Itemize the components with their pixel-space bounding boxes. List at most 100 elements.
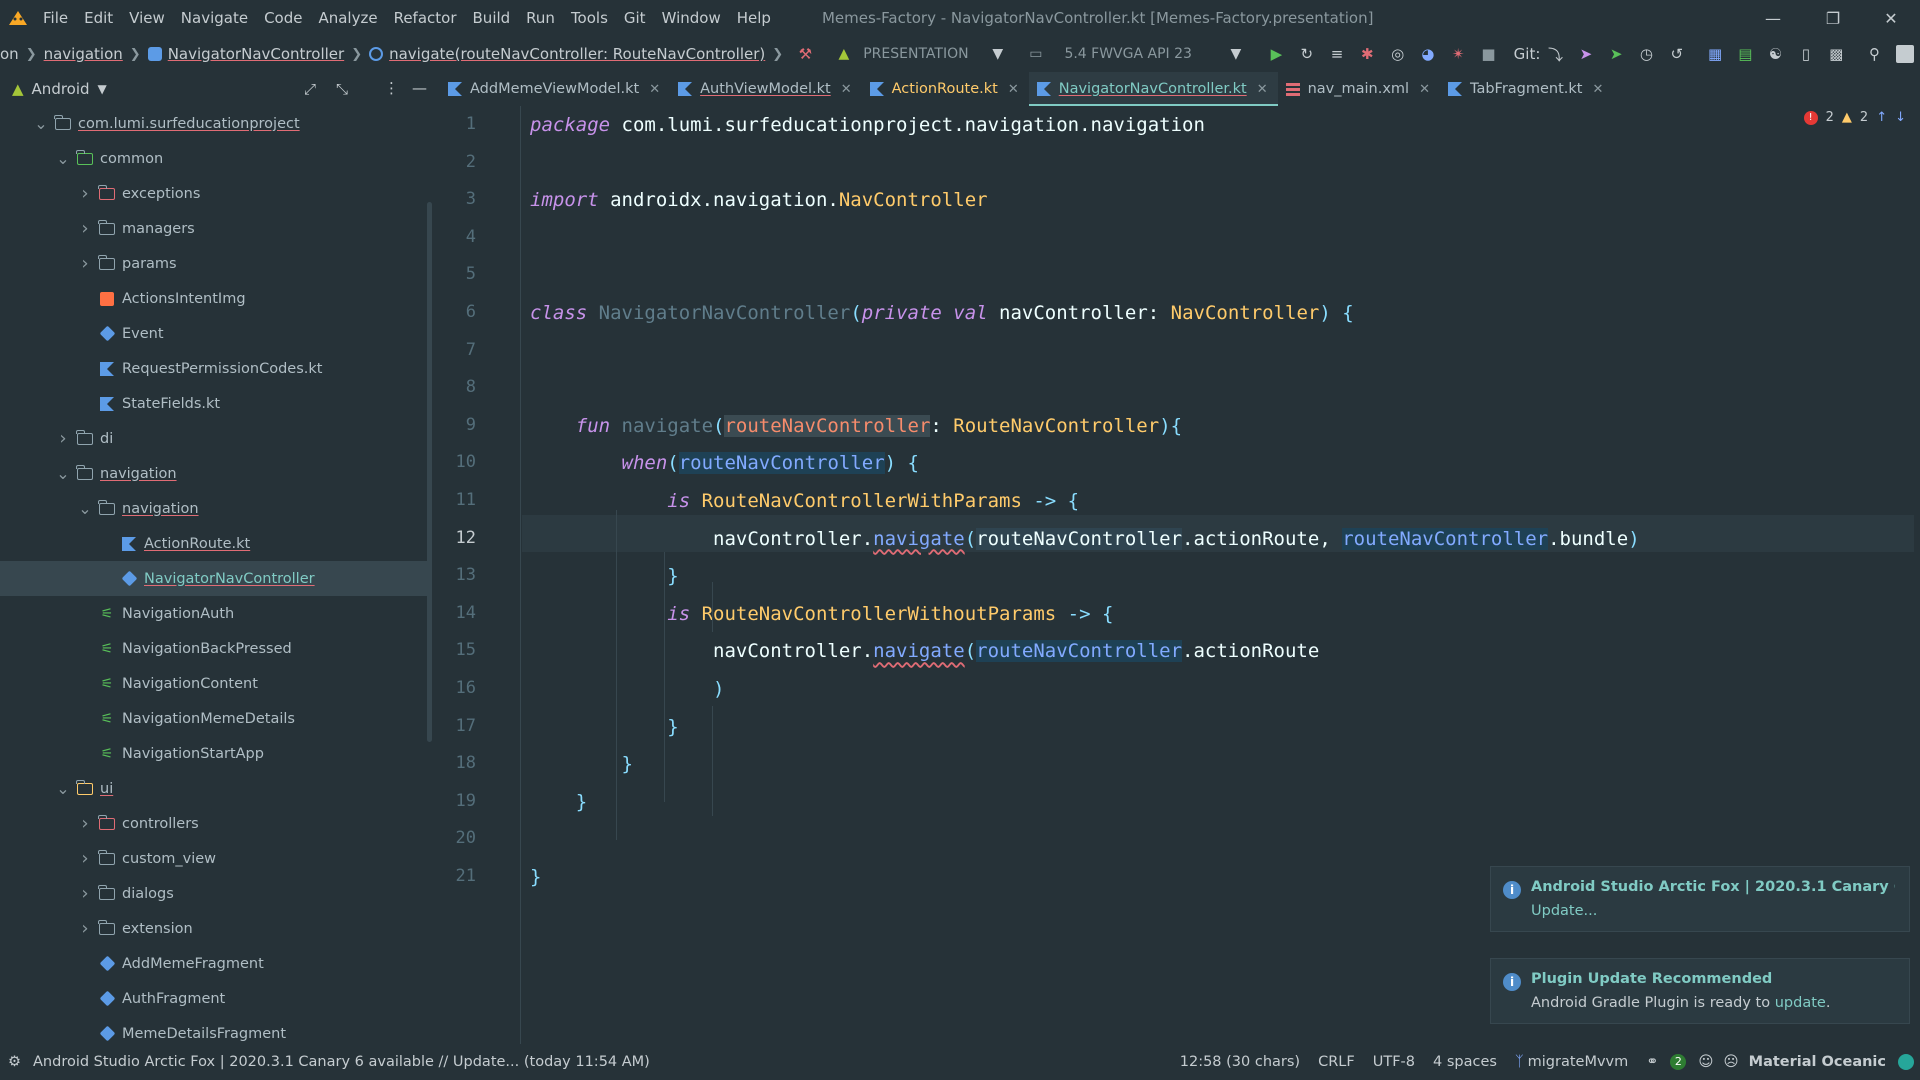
sad-face-icon[interactable]: ☹: [1724, 1054, 1739, 1070]
profile-icon[interactable]: ◕: [1413, 36, 1443, 72]
theme-name[interactable]: Material Oceanic: [1749, 1054, 1886, 1070]
line-number[interactable]: 14: [440, 603, 476, 623]
attach-debugger-icon[interactable]: ✴: [1443, 36, 1473, 72]
line-number[interactable]: 13: [440, 565, 476, 585]
notification-update[interactable]: i Android Studio Arctic Fox | 2020.3.1 C…: [1490, 866, 1910, 932]
chevron-down-icon[interactable]: ⌄: [56, 779, 70, 798]
indent-setting[interactable]: 4 spaces: [1433, 1054, 1497, 1070]
notification-count-badge[interactable]: 2: [1670, 1054, 1687, 1070]
line-number[interactable]: 1: [440, 114, 476, 134]
menu-item-run[interactable]: Run: [519, 0, 564, 36]
code-line[interactable]: when(routeNavController) {: [530, 445, 919, 482]
menu-item-view[interactable]: View: [122, 0, 174, 36]
tree-item-managers[interactable]: › managers: [0, 211, 430, 246]
chevron-right-icon[interactable]: ›: [78, 253, 92, 274]
line-number[interactable]: 12: [440, 528, 476, 548]
code-line[interactable]: class NavigatorNavController(private val…: [530, 295, 1354, 332]
close-tab-icon[interactable]: ✕: [649, 82, 660, 97]
tree-item-extension[interactable]: › extension: [0, 911, 430, 946]
breadcrumb-item-3[interactable]: navigate(routeNavController: RouteNavCon…: [389, 45, 765, 63]
line-number[interactable]: 15: [440, 640, 476, 660]
apply-code-changes-icon[interactable]: ≡: [1322, 36, 1352, 72]
line-number[interactable]: 21: [440, 866, 476, 886]
line-number[interactable]: 17: [440, 716, 476, 736]
menu-item-file[interactable]: File: [36, 0, 77, 36]
tree-item-event[interactable]: Event: [0, 316, 430, 351]
tab-authviewmodel-kt[interactable]: AuthViewModel.kt ✕: [670, 72, 862, 106]
line-number[interactable]: 19: [440, 791, 476, 811]
tree-item-custom-view[interactable]: › custom_view: [0, 841, 430, 876]
avd-manager-icon[interactable]: ▯: [1791, 36, 1821, 72]
scrollbar[interactable]: [427, 202, 432, 742]
tree-item-params[interactable]: › params: [0, 246, 430, 281]
line-separator[interactable]: CRLF: [1318, 1054, 1355, 1070]
chevron-down-icon[interactable]: ⌄: [56, 464, 70, 483]
menu-item-navigate[interactable]: Navigate: [174, 0, 257, 36]
status-tool-icon[interactable]: ⚙: [8, 1054, 21, 1070]
options-icon[interactable]: ⋮: [384, 79, 399, 97]
line-number[interactable]: 2: [440, 152, 476, 172]
tree-item-di[interactable]: › di: [0, 421, 430, 456]
code-line[interactable]: }: [530, 859, 541, 896]
line-number[interactable]: 8: [440, 377, 476, 397]
menu-item-tools[interactable]: Tools: [564, 0, 617, 36]
search-icon[interactable]: ⚲: [1859, 36, 1889, 72]
device-select[interactable]: ▭ 5.4 FWVGA API 23 ▼: [1021, 40, 1250, 68]
close-tab-icon[interactable]: ✕: [841, 82, 852, 97]
git-update-icon[interactable]: ⤵: [1540, 36, 1570, 72]
breadcrumb-item-2[interactable]: NavigatorNavController: [168, 45, 344, 63]
update-link[interactable]: update: [1775, 995, 1826, 1011]
run-config-select[interactable]: ▲ PRESENTATION ▼: [830, 40, 1012, 68]
chevron-down-icon[interactable]: ⌄: [78, 499, 92, 518]
code-line[interactable]: is RouteNavControllerWithParams -> {: [530, 483, 1079, 520]
tree-item-navigationauth[interactable]: ⚟ NavigationAuth: [0, 596, 430, 631]
chevron-right-icon[interactable]: ›: [78, 848, 92, 869]
collapse-all-icon[interactable]: ⤡: [336, 80, 348, 98]
chevron-right-icon[interactable]: ›: [78, 183, 92, 204]
code-line[interactable]: }: [530, 784, 587, 821]
hammer-icon[interactable]: ⚒: [790, 36, 820, 72]
tree-item-navigation[interactable]: ⌄ navigation: [0, 491, 430, 526]
code-line[interactable]: navController.navigate(routeNavControlle…: [530, 633, 1319, 670]
project-view-selector[interactable]: Android: [32, 80, 90, 98]
stop-icon[interactable]: ■: [1473, 36, 1503, 72]
tree-item-exceptions[interactable]: › exceptions: [0, 176, 430, 211]
gradle-sync-icon[interactable]: ☯: [1760, 36, 1790, 72]
tab-nav-main-xml[interactable]: nav_main.xml ✕: [1278, 72, 1440, 106]
arrow-up-icon[interactable]: ↑: [1876, 110, 1887, 125]
tree-item-dialogs[interactable]: › dialogs: [0, 876, 430, 911]
line-number[interactable]: 9: [440, 415, 476, 435]
tree-item-navigatornavcontroller[interactable]: NavigatorNavController: [0, 561, 430, 596]
code-line[interactable]: }: [530, 709, 678, 746]
close-tab-icon[interactable]: ✕: [1257, 82, 1268, 97]
hide-panel-icon[interactable]: —: [412, 79, 427, 97]
line-number[interactable]: 4: [440, 227, 476, 247]
tab-tabfragment-kt[interactable]: TabFragment.kt ✕: [1440, 72, 1613, 106]
chevron-down-icon[interactable]: ⌄: [56, 149, 70, 168]
tab-actionroute-kt[interactable]: ActionRoute.kt ✕: [862, 72, 1029, 106]
git-push-icon[interactable]: ➤: [1601, 36, 1631, 72]
menu-item-window[interactable]: Window: [655, 0, 730, 36]
tree-item-actionsintentimg[interactable]: ActionsIntentImg: [0, 281, 430, 316]
run-icon[interactable]: ▶: [1261, 36, 1291, 72]
minimize-icon[interactable]: —: [1744, 0, 1802, 36]
git-rollback-icon[interactable]: ↺: [1662, 36, 1692, 72]
breadcrumb-item-0[interactable]: on: [0, 45, 19, 63]
line-number[interactable]: 11: [440, 490, 476, 510]
code-line[interactable]: }: [530, 558, 678, 595]
git-commit-icon[interactable]: ➤: [1571, 36, 1601, 72]
sdk-manager-icon[interactable]: ▩: [1821, 36, 1851, 72]
tree-item-addmemefragment[interactable]: AddMemeFragment: [0, 946, 430, 981]
debug-icon[interactable]: ✱: [1352, 36, 1382, 72]
tree-item-navigationstartapp[interactable]: ⚟ NavigationStartApp: [0, 736, 430, 771]
code-line[interactable]: fun navigate(routeNavController: RouteNa…: [530, 408, 1182, 445]
line-number[interactable]: 10: [440, 452, 476, 472]
chevron-right-icon[interactable]: ›: [78, 218, 92, 239]
code-line[interactable]: ): [530, 671, 724, 708]
tree-item-statefields-kt[interactable]: StateFields.kt: [0, 386, 430, 421]
menu-item-edit[interactable]: Edit: [77, 0, 122, 36]
menu-item-refactor[interactable]: Refactor: [387, 0, 466, 36]
code-line[interactable]: is RouteNavControllerWithoutParams -> {: [530, 596, 1113, 633]
line-number[interactable]: 20: [440, 828, 476, 848]
chevron-right-icon[interactable]: ›: [56, 428, 70, 449]
